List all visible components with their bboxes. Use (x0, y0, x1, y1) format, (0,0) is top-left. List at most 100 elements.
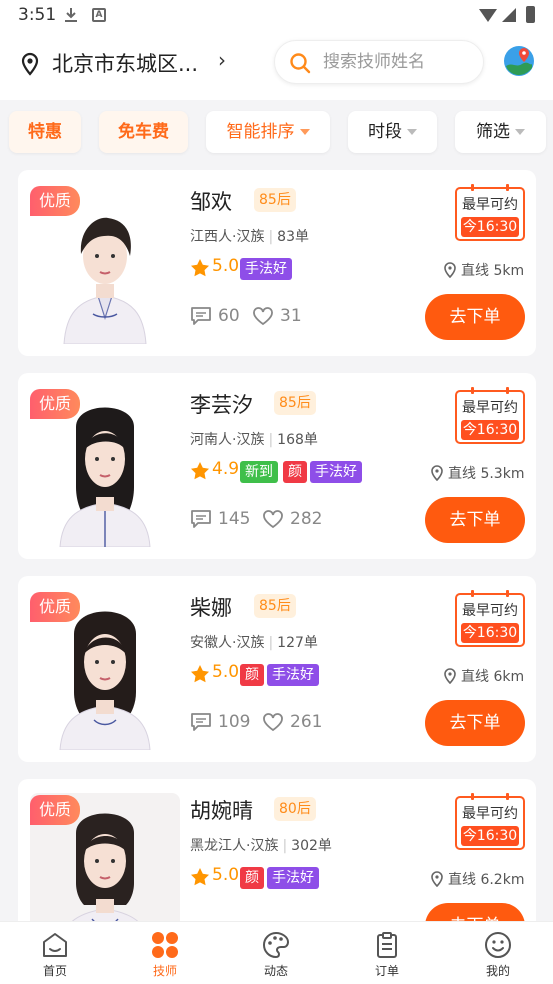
tab-therapists[interactable]: 技师 (110, 922, 220, 984)
divider: | (282, 838, 288, 854)
heart-icon[interactable] (262, 509, 284, 529)
calendar-rings-icon (471, 793, 509, 800)
app-notification-icon: A (92, 8, 106, 22)
caret-down-icon (299, 129, 310, 135)
tab-home-label: 首页 (42, 964, 67, 978)
filter-more-label: 筛选 (476, 122, 510, 142)
comment-count: 109 (218, 712, 251, 732)
new-arrival-tag: 新到 (240, 461, 278, 483)
earliest-available: 最早可约 今16:30 (455, 184, 525, 241)
divider: | (268, 635, 274, 651)
distance: 直线 6km (443, 666, 524, 686)
location-pin-icon (444, 262, 456, 279)
quality-badge: 优质 (30, 389, 80, 419)
age-group-badge: 85后 (274, 391, 316, 415)
therapist-name: 胡婉晴 (190, 799, 253, 823)
home-icon (43, 933, 67, 957)
comment-icon[interactable] (190, 306, 212, 326)
caret-down-icon (515, 129, 525, 135)
order-button[interactable]: 去下单 (425, 700, 525, 746)
earliest-available-time: 今16:30 (461, 420, 519, 440)
earliest-available: 最早可约今16:30 (455, 387, 525, 444)
distance-text: 直线 6.2km (448, 872, 525, 888)
looks-tag: 颜 (283, 461, 307, 483)
filter-smart-sort-label: 智能排序 (226, 122, 295, 142)
therapist-name: 柴娜 (190, 596, 232, 620)
skill-tag: 手法好 (240, 258, 292, 280)
therapist-card[interactable]: 优质 柴娜 85后 安徽人·汉族 | 127单 5.0 颜 手法好 最早可约 今16:… (18, 576, 536, 762)
divider: | (268, 432, 274, 448)
comment-icon[interactable] (190, 712, 212, 732)
location-pin-icon (431, 871, 443, 888)
origin-text: 河南人·汉族 (190, 432, 265, 448)
map-icon[interactable] (502, 44, 536, 78)
therapist-origin: 河南人·汉族 | 168单 (190, 429, 318, 449)
chevron-right-icon[interactable]: › (218, 48, 226, 72)
rating-score: 4.9 (212, 459, 240, 479)
search-box[interactable] (274, 40, 484, 84)
earliest-available-label: 最早可约 (462, 197, 518, 213)
location-selector[interactable]: 北京市东城区... (52, 48, 198, 78)
top-header: 北京市东城区... › (0, 30, 553, 100)
filter-free-fare[interactable]: 免车费 (99, 111, 188, 153)
rating-score: 5.0 (212, 256, 240, 276)
tab-feed[interactable]: 动态 (221, 922, 331, 984)
order-count: 83单 (277, 229, 309, 245)
bottom-tab-bar: 首页 技师 动态 订单 我的 (0, 921, 553, 984)
palette-icon (263, 931, 290, 959)
like-count: 31 (280, 306, 302, 326)
caret-down-icon (407, 129, 417, 135)
quality-badge: 优质 (30, 795, 80, 825)
distance-text: 直线 5.3km (448, 466, 525, 482)
heart-icon[interactable] (252, 306, 274, 326)
order-button[interactable]: 去下单 (425, 294, 525, 340)
filter-time-slot[interactable]: 时段 (348, 111, 437, 153)
tab-orders[interactable]: 订单 (332, 922, 442, 984)
tab-orders-label: 订单 (374, 964, 399, 978)
tab-home[interactable]: 首页 (0, 922, 110, 984)
order-count: 168单 (277, 432, 318, 448)
divider: | (268, 229, 274, 245)
location-pin-icon (431, 465, 443, 482)
filter-bar: 特惠 免车费 智能排序 时段 筛选 (0, 100, 553, 162)
earliest-available-time: 今16:30 (461, 826, 519, 846)
filter-free-fare-label: 免车费 (118, 122, 169, 142)
smiley-icon (485, 932, 511, 958)
heart-icon[interactable] (262, 712, 284, 732)
distance: 直线 6.2km (430, 869, 524, 889)
tab-me[interactable]: 我的 (443, 922, 553, 984)
search-input[interactable] (323, 49, 473, 75)
comment-icon[interactable] (190, 509, 212, 529)
tab-feed-label: 动态 (263, 964, 288, 978)
signal-icon (502, 8, 516, 22)
battery-icon (526, 6, 535, 23)
earliest-available: 最早可约 今16:30 (455, 590, 525, 647)
order-count: 127单 (277, 635, 318, 651)
age-group-badge: 85后 (254, 594, 296, 618)
location-pin-icon (20, 52, 40, 76)
location-pin-icon (444, 668, 456, 685)
looks-tag: 颜 (240, 867, 264, 889)
therapist-name: 李芸汐 (190, 393, 253, 417)
tab-therapists-label: 技师 (152, 964, 177, 978)
search-icon (290, 53, 311, 74)
like-count: 282 (290, 509, 323, 529)
origin-text: 江西人·汉族 (190, 229, 265, 245)
therapist-card[interactable]: 优质 李芸汐 85后 河南人·汉族 | 168单 4.9 新到 颜 手法好 最早可约… (18, 373, 536, 559)
filter-discount[interactable]: 特惠 (9, 111, 81, 153)
order-count: 302单 (291, 838, 332, 854)
tab-me-label: 我的 (485, 964, 510, 978)
quality-badge: 优质 (30, 592, 80, 622)
filter-smart-sort[interactable]: 智能排序 (206, 111, 330, 153)
like-count: 261 (290, 712, 323, 732)
comment-count: 145 (218, 509, 251, 529)
calendar-rings-icon (471, 590, 509, 597)
filter-more[interactable]: 筛选 (455, 111, 546, 153)
skill-tag: 手法好 (267, 664, 319, 686)
download-icon (64, 7, 78, 27)
therapist-card[interactable]: 优质 邹欢 85后 江西人·汉族 | 83单 5.0 手法好 最早可约 今16:30 … (18, 170, 536, 356)
wifi-icon (479, 9, 497, 22)
earliest-available-label: 最早可约 (462, 400, 518, 416)
therapist-origin: 安徽人·汉族 | 127单 (190, 632, 318, 652)
order-button[interactable]: 去下单 (425, 497, 525, 543)
